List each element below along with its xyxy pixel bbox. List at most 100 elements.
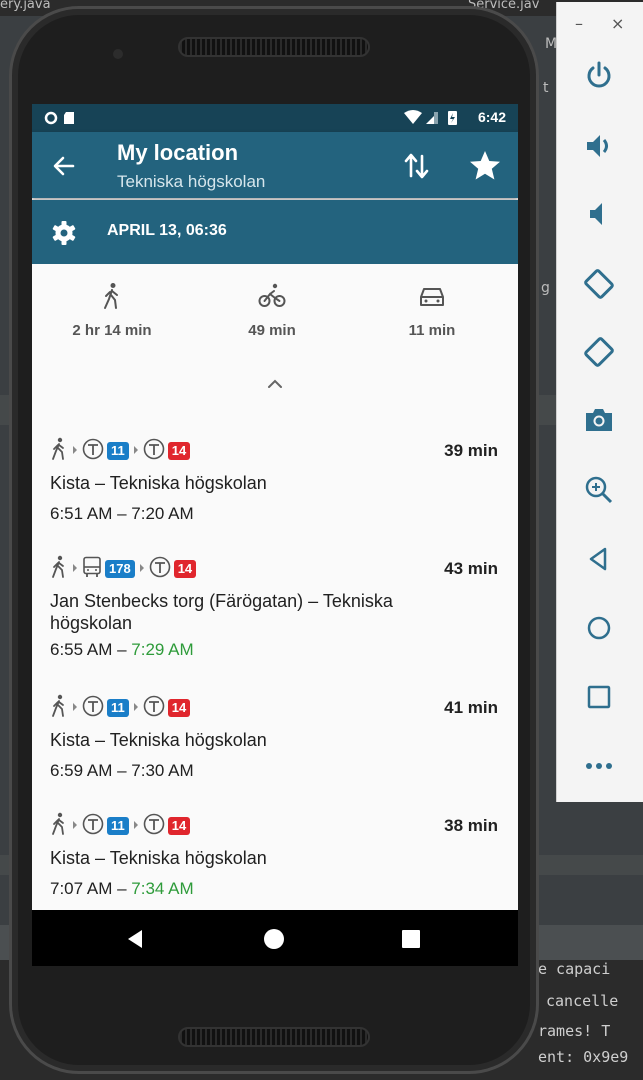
home-circle-icon xyxy=(264,929,284,949)
zoom-button[interactable] xyxy=(579,470,619,510)
trip-depart: 6:51 AM xyxy=(50,504,113,523)
trip-times: 6:59 AM – 7:30 AM xyxy=(50,761,194,781)
leg-arrow-icon xyxy=(132,817,140,835)
trip-times: 7:07 AM – 7:34 AM xyxy=(50,879,194,899)
line-badge: 11 xyxy=(107,442,129,460)
trip-row[interactable]: 11 14 38 min Kista – Tekniska högskolan 7:07… xyxy=(32,812,518,923)
arrow-back-icon xyxy=(53,156,75,176)
metro-icon xyxy=(82,813,104,840)
back-triangle-icon xyxy=(128,930,142,948)
emulator-overview-button[interactable] xyxy=(579,677,619,717)
metro-icon xyxy=(143,438,165,465)
bike-icon xyxy=(258,283,286,307)
rotate-left-button[interactable] xyxy=(579,264,619,304)
earlier-trips-button[interactable] xyxy=(265,376,285,390)
volume-up-icon xyxy=(587,135,608,157)
trip-route: Kista – Tekniska högskolan xyxy=(50,848,267,868)
mode-walk[interactable]: 2 hr 14 min xyxy=(32,282,192,339)
trip-legs: 178 14 xyxy=(50,555,197,584)
power-button[interactable] xyxy=(579,56,619,96)
console-line: e capaci xyxy=(538,960,611,978)
mode-walk-duration: 2 hr 14 min xyxy=(72,322,152,339)
walk-icon xyxy=(50,555,68,584)
overview-square-icon xyxy=(587,685,611,709)
power-icon xyxy=(587,61,611,88)
ide-tab-label[interactable]: ery.java xyxy=(0,0,51,12)
page-subtitle: Tekniska högskolan xyxy=(117,172,266,191)
minimize-button[interactable]: – xyxy=(575,14,583,33)
screenshot-button[interactable] xyxy=(579,400,619,440)
metro-icon xyxy=(143,813,165,840)
trip-legs: 11 14 xyxy=(50,694,191,723)
trip-time-separator: – xyxy=(112,504,132,523)
trip-row[interactable]: 178 14 43 min Jan Stenbecks torg (Färögatan… xyxy=(32,555,518,666)
favorite-button[interactable] xyxy=(468,149,502,183)
walk-icon xyxy=(50,694,68,723)
trip-duration: 41 min xyxy=(444,698,498,717)
trip-arrive: 7:34 AM xyxy=(131,879,194,898)
walk-icon xyxy=(50,437,68,466)
ide-side-text: t xyxy=(543,80,549,96)
trip-legs: 11 14 xyxy=(50,812,191,841)
travel-modes: 2 hr 14 min 49 min 11 min xyxy=(32,264,518,364)
settings-button[interactable] xyxy=(51,220,77,246)
trip-duration: 39 min xyxy=(444,441,498,460)
status-time: 6:42 xyxy=(477,109,506,125)
top-speaker xyxy=(178,37,370,57)
emulator-home-button[interactable] xyxy=(579,608,619,648)
metro-icon xyxy=(149,556,171,583)
rotate-right-icon xyxy=(584,337,614,367)
mode-car-duration: 11 min xyxy=(408,322,456,339)
mode-bike[interactable]: 49 min xyxy=(192,282,352,339)
trip-row[interactable]: 11 14 39 min Kista – Tekniska högskolan 6:51… xyxy=(32,437,518,548)
emulator-back-button[interactable] xyxy=(579,539,619,579)
leg-arrow-icon xyxy=(71,560,79,578)
bus-icon xyxy=(82,556,102,583)
home-circle-icon xyxy=(587,616,611,640)
back-button[interactable] xyxy=(50,152,78,180)
trip-duration: 43 min xyxy=(444,559,498,578)
trip-duration: 38 min xyxy=(444,816,498,835)
car-icon xyxy=(420,288,444,306)
volume-up-button[interactable] xyxy=(579,126,619,166)
leg-arrow-icon xyxy=(71,442,79,460)
zoom-in-icon xyxy=(585,476,613,504)
rotate-left-icon xyxy=(584,269,614,299)
volume-down-button[interactable] xyxy=(579,194,619,234)
line-badge: 14 xyxy=(173,560,197,578)
walk-icon xyxy=(50,812,68,841)
nav-back-button[interactable] xyxy=(124,927,148,951)
leg-arrow-icon xyxy=(138,560,146,578)
ide-side-text: g xyxy=(541,280,550,296)
more-button[interactable] xyxy=(579,746,619,786)
close-button[interactable]: × xyxy=(611,14,624,33)
nav-overview-button[interactable] xyxy=(400,928,422,950)
swap-vertical-icon xyxy=(404,153,429,179)
leg-arrow-icon xyxy=(71,699,79,717)
line-badge: 14 xyxy=(167,817,191,835)
departure-date[interactable]: APRIL 13, 06:36 xyxy=(107,222,227,240)
trip-route: Kista – Tekniska högskolan xyxy=(50,473,267,493)
rotate-right-button[interactable] xyxy=(579,332,619,372)
trip-route: Jan Stenbecks torg (Färögatan) – Teknisk… xyxy=(50,591,393,633)
trip-time-separator: – xyxy=(112,640,132,659)
mode-car[interactable]: 11 min xyxy=(352,282,512,339)
leg-arrow-icon xyxy=(132,442,140,460)
swap-button[interactable] xyxy=(402,150,432,182)
app-bar: My location Tekniska högskolan xyxy=(32,132,518,198)
trip-row[interactable]: 11 14 41 min Kista – Tekniska högskolan 6:59… xyxy=(32,694,518,805)
bottom-speaker xyxy=(178,1027,370,1047)
trip-legs: 11 14 xyxy=(50,437,191,466)
line-badge: 178 xyxy=(105,560,135,578)
nav-home-button[interactable] xyxy=(262,927,286,951)
trip-times: 6:51 AM – 7:20 AM xyxy=(50,504,194,524)
trip-arrive: 7:20 AM xyxy=(131,504,194,523)
chevron-up-icon xyxy=(268,379,282,388)
line-badge: 11 xyxy=(107,699,129,717)
trip-time-separator: – xyxy=(112,761,132,780)
console-line: rames! T xyxy=(538,1022,611,1040)
metro-icon xyxy=(143,695,165,722)
trip-arrive: 7:29 AM xyxy=(131,640,194,659)
walk-icon xyxy=(104,283,118,309)
overview-square-icon xyxy=(402,930,420,948)
